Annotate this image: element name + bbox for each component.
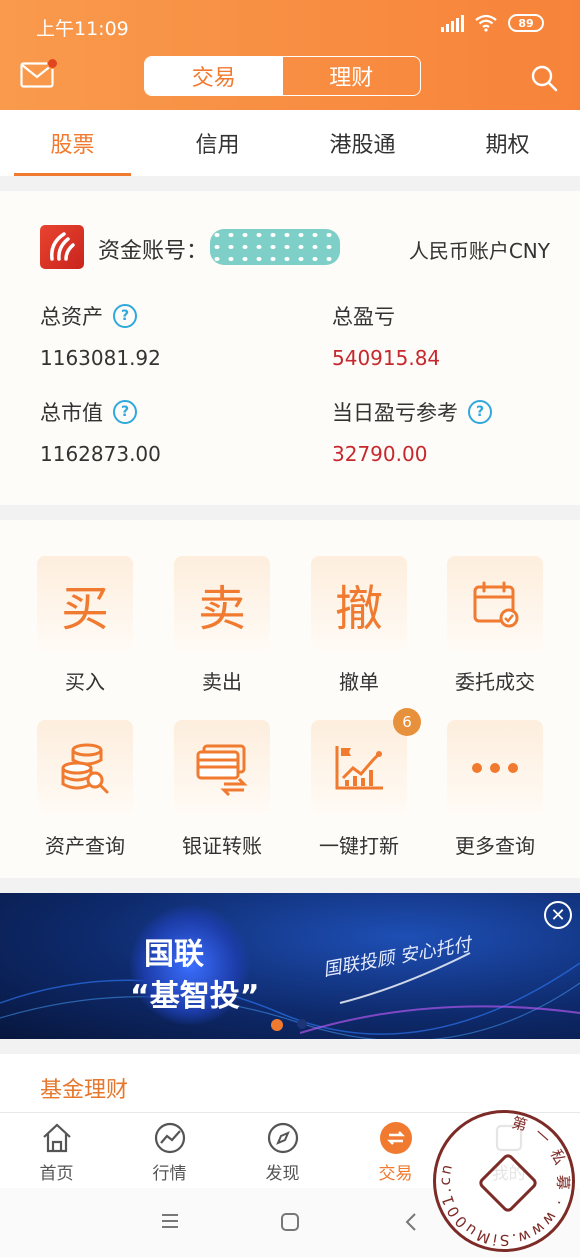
wifi-icon <box>475 14 497 32</box>
asset-query-button[interactable]: 资产查询 <box>15 720 155 859</box>
tab-hk-connect[interactable]: 港股通 <box>290 110 435 176</box>
total-assets-value: 1163081.92 <box>40 346 161 370</box>
promo-banner[interactable]: 国联 “基智投” 国联投顾 安心托付 ✕ <box>0 893 580 1039</box>
status-time: 上午11:09 <box>36 18 129 40</box>
total-pnl-value: 540915.84 <box>332 346 441 370</box>
market-icon <box>154 1122 185 1154</box>
calendar-check-icon <box>447 556 543 652</box>
product-tabs: 股票 信用 港股通 期权 <box>0 110 580 176</box>
help-icon[interactable]: ? <box>113 400 137 424</box>
nav-discover-label: 发现 <box>265 1164 300 1184</box>
compass-icon <box>267 1122 298 1154</box>
buy-button[interactable]: 买 买入 <box>15 556 155 695</box>
total-assets-label: 总资产 ? <box>40 301 137 331</box>
bank-transfer-label: 银证转账 <box>182 834 262 858</box>
unread-dot <box>47 58 58 69</box>
chart-flag-icon: 6 <box>311 708 421 816</box>
ipo-subscribe-button[interactable]: 6 一键打新 <box>289 708 429 859</box>
nav-market[interactable]: 行情 <box>113 1113 226 1188</box>
banner-title-line2: “基智投” <box>130 979 260 1014</box>
bank-transfer-button[interactable]: 银证转账 <box>152 720 292 859</box>
home-square-icon[interactable] <box>280 1212 300 1232</box>
sell-glyph: 卖 <box>197 581 246 637</box>
total-assets-text: 总资产 <box>40 305 103 329</box>
tab-options[interactable]: 期权 <box>435 110 580 176</box>
help-icon[interactable]: ? <box>468 400 492 424</box>
watermark-stamp: 第 一 私 募 · www.SiMu001.cn <box>433 1110 575 1252</box>
account-summary-card: 资金账号： 人民币账户CNY 总资产 ? 1163081.92 总盈亏 5409… <box>0 191 580 505</box>
back-icon[interactable] <box>404 1212 418 1232</box>
battery-level: 89 <box>518 16 534 30</box>
banner-title-line1: 国联 <box>144 937 204 972</box>
app-header: 上午11:09 89 交易 理财 <box>0 0 580 110</box>
search-icon <box>531 65 558 92</box>
sell-icon: 卖 <box>174 556 270 652</box>
daily-pnl-label: 当日盈亏参考 ? <box>332 397 492 427</box>
menu-icon[interactable] <box>160 1213 180 1229</box>
status-indicators: 89 <box>441 14 544 32</box>
account-number-label: 资金账号： <box>98 239 209 264</box>
asset-query-label: 资产查询 <box>45 834 125 858</box>
fund-section: 基金理财 <box>0 1054 580 1112</box>
more-query-label: 更多查询 <box>455 834 535 858</box>
nav-market-label: 行情 <box>152 1164 187 1184</box>
market-value-label: 总市值 ? <box>40 397 137 427</box>
help-icon[interactable]: ? <box>113 304 137 328</box>
battery-icon: 89 <box>508 14 544 32</box>
sell-button[interactable]: 卖 卖出 <box>152 556 292 695</box>
currency-account[interactable]: 人民币账户CNY <box>409 235 550 264</box>
segment-trade[interactable]: 交易 <box>145 57 283 95</box>
status-bar: 上午11:09 89 <box>36 14 544 40</box>
trade-function-grid: 买 买入 卖 卖出 撤 撤单 委托成交 资产查询 银证转账 6 一键打新 更多查… <box>0 520 580 878</box>
sell-label: 卖出 <box>202 670 242 694</box>
broker-logo <box>40 225 84 269</box>
buy-icon: 买 <box>37 556 133 652</box>
cancel-order-button[interactable]: 撤 撤单 <box>289 556 429 695</box>
buy-label: 买入 <box>65 670 105 694</box>
home-icon <box>42 1123 71 1153</box>
account-number-masked <box>210 229 340 265</box>
orders-deals-label: 委托成交 <box>455 670 535 694</box>
search-button[interactable] <box>530 64 558 92</box>
daily-pnl-value: 32790.00 <box>332 442 428 466</box>
message-button[interactable] <box>20 58 58 88</box>
more-icon <box>447 720 543 816</box>
market-value-value: 1162873.00 <box>40 442 161 466</box>
cancel-order-label: 撤单 <box>339 670 379 694</box>
nav-discover[interactable]: 发现 <box>226 1113 339 1188</box>
carousel-dot[interactable] <box>297 1019 307 1029</box>
trade-icon <box>379 1122 412 1154</box>
nav-trade-label: 交易 <box>378 1164 413 1184</box>
nav-home[interactable]: 首页 <box>0 1113 113 1188</box>
total-pnl-text: 总盈亏 <box>332 305 395 329</box>
fund-section-title: 基金理财 <box>40 1078 129 1103</box>
daily-pnl-text: 当日盈亏参考 <box>332 401 458 425</box>
cancel-glyph: 撤 <box>334 581 383 637</box>
cancel-order-icon: 撤 <box>311 556 407 652</box>
buy-glyph: 买 <box>60 581 109 637</box>
signal-icon <box>441 14 464 32</box>
orders-deals-button[interactable]: 委托成交 <box>425 556 565 695</box>
tab-margin[interactable]: 信用 <box>145 110 290 176</box>
mode-switch: 交易 理财 <box>144 56 421 96</box>
ipo-count-badge: 6 <box>393 708 421 736</box>
coins-search-icon <box>37 720 133 816</box>
total-pnl-label: 总盈亏 <box>332 301 395 331</box>
card-transfer-icon <box>174 720 270 816</box>
more-query-button[interactable]: 更多查询 <box>425 720 565 859</box>
ipo-subscribe-label: 一键打新 <box>319 834 399 858</box>
nav-home-label: 首页 <box>39 1164 74 1184</box>
market-value-text: 总市值 <box>40 401 103 425</box>
close-icon[interactable]: ✕ <box>544 901 572 929</box>
tab-stock[interactable]: 股票 <box>0 110 145 176</box>
segment-wealth[interactable]: 理财 <box>283 57 421 95</box>
carousel-dot-active[interactable] <box>271 1019 283 1031</box>
